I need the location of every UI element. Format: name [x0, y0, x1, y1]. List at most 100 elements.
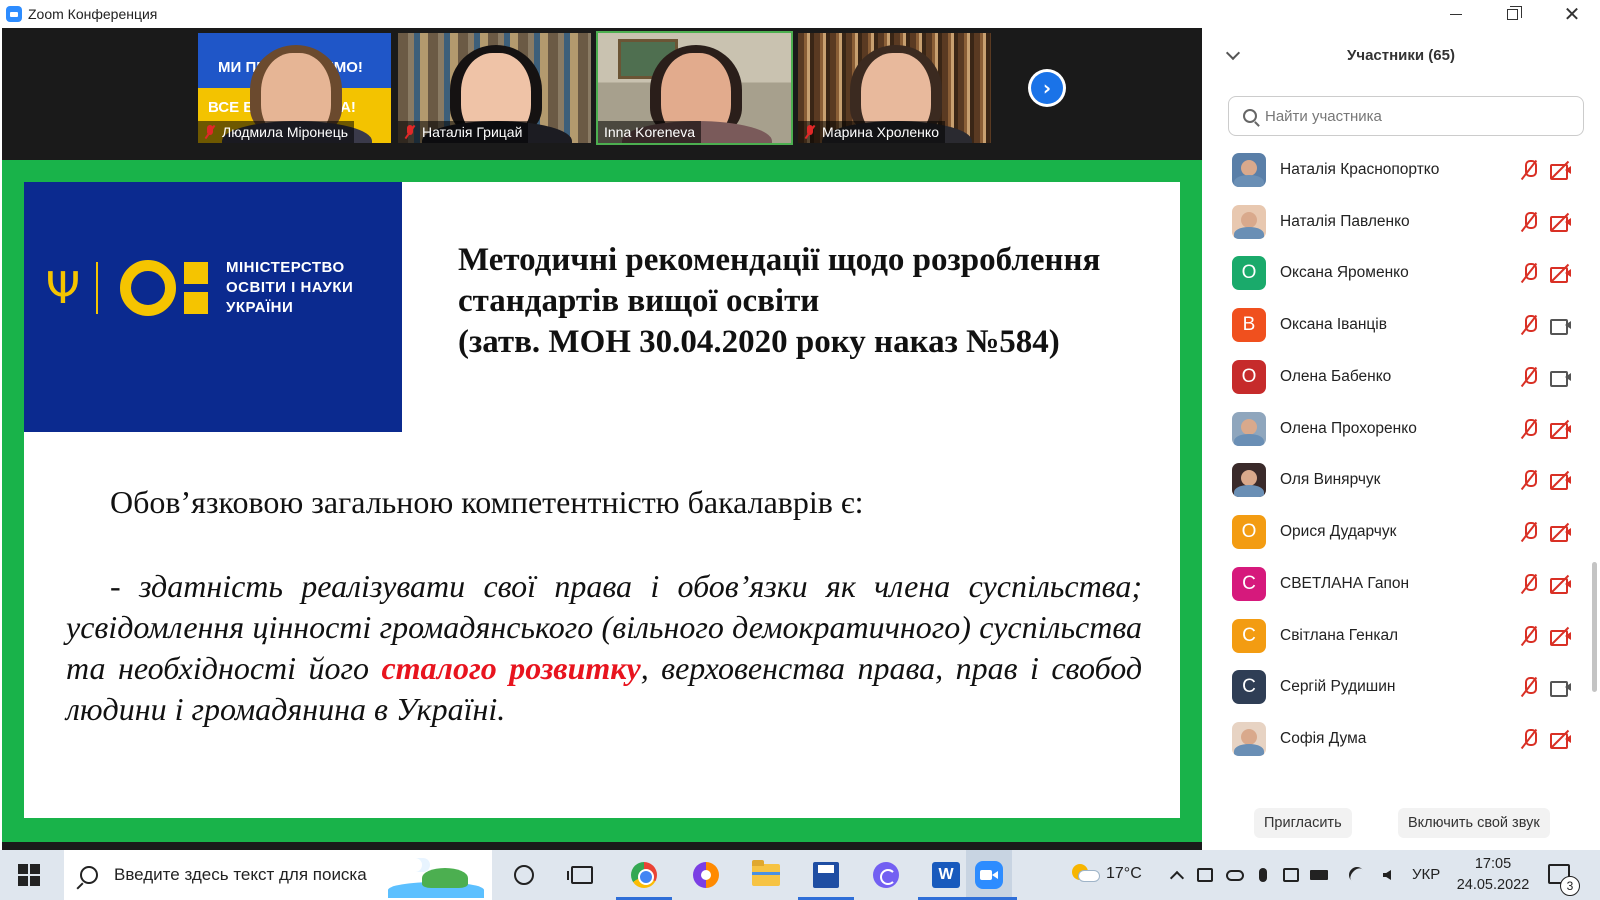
screen-share-frame: Ψ МІНІСТЕРСТВО ОСВІТИ І НАУКИ УКРАЇНИ Ме…	[2, 160, 1202, 842]
task-view-button[interactable]	[566, 859, 598, 891]
input-language[interactable]: УКР	[1412, 866, 1440, 883]
close-button[interactable]: ✕	[1544, 0, 1600, 28]
word-button[interactable]: W	[918, 859, 974, 900]
folder-icon	[752, 860, 780, 886]
participant-status-icons	[1520, 418, 1572, 439]
minimize-icon	[1450, 13, 1462, 15]
video-tile[interactable]: Наталія Грицай	[396, 31, 593, 145]
camera-icon	[1550, 679, 1572, 698]
participant-avatar	[1232, 152, 1266, 187]
file-explorer-button[interactable]	[750, 859, 782, 891]
participant-status-icons	[1520, 263, 1572, 284]
video-tile[interactable]: Марина Хроленко	[796, 31, 993, 145]
taskbar-search[interactable]	[64, 850, 492, 900]
participant-name: Оксана Яроменко	[1280, 264, 1409, 282]
participant-row[interactable]: Наталія Краснопортко	[1202, 144, 1600, 196]
chrome-taskbar-button[interactable]	[616, 859, 672, 900]
camera-off-icon	[1550, 162, 1572, 180]
chrome-icon	[631, 862, 657, 888]
participant-name: Олена Бабенко	[1280, 367, 1392, 385]
chevron-right-icon: ›	[1031, 72, 1063, 104]
wifi-icon[interactable]	[1345, 863, 1369, 887]
weather-icon[interactable]	[1072, 864, 1100, 884]
participant-status-icons	[1520, 211, 1572, 232]
microphone-icon[interactable]	[1254, 866, 1272, 884]
tray-app-icon[interactable]	[1196, 866, 1214, 884]
participant-avatar	[1232, 463, 1266, 498]
participant-row[interactable]: Софія Дума	[1202, 713, 1600, 765]
cortana-button[interactable]	[508, 859, 540, 891]
tile-name-label: Inna Koreneva	[598, 121, 702, 143]
participant-name: СВЕТЛАНА Гапон	[1280, 574, 1410, 592]
slide-body-text: - здатність реалізувати свої права і обо…	[66, 568, 1142, 727]
participant-status-icons	[1520, 366, 1572, 387]
participant-row[interactable]: О Оксана Яроменко	[1202, 248, 1600, 300]
taskbar-clock[interactable]: 17:05 24.05.2022	[1448, 854, 1538, 896]
participant-status-icons	[1520, 159, 1572, 180]
camera-icon	[1550, 369, 1572, 387]
participant-avatar: В	[1232, 308, 1266, 343]
mic-muted-icon	[1520, 211, 1538, 232]
meeting-area: МИ ПЕРЕМОЖЕМО! ВСЕ БУДЕ УКРАЇНА! Людмила…	[2, 28, 1202, 850]
participant-row[interactable]: С СВЕТЛАНА Гапон	[1202, 558, 1600, 610]
participant-avatar: О	[1232, 359, 1266, 394]
participant-row[interactable]: О Олена Бабенко	[1202, 351, 1600, 403]
weather-temperature[interactable]: 17°C	[1106, 865, 1142, 883]
zoom-taskbar-button[interactable]	[961, 859, 1017, 900]
participant-avatar	[1232, 722, 1266, 757]
cortana-icon	[514, 865, 534, 885]
participant-row[interactable]: Наталія Павленко	[1202, 196, 1600, 248]
participant-row[interactable]: С Сергій Рудишин	[1202, 662, 1600, 714]
participants-list: Наталія Краснопортко Наталія Павленко О Окс…	[1202, 144, 1600, 766]
window-title: Zoom Конференция	[28, 6, 158, 22]
participant-name: Наталія Павленко	[1280, 212, 1410, 230]
camera-off-icon	[1550, 576, 1572, 594]
mic-muted-icon	[1520, 315, 1538, 335]
onedrive-icon[interactable]	[1226, 866, 1244, 884]
mic-muted-icon	[1520, 677, 1538, 697]
speaker-icon[interactable]	[1378, 866, 1396, 884]
window-titlebar: Zoom Конференция	[0, 0, 1600, 28]
participant-row[interactable]: В Оксана Іванців	[1202, 299, 1600, 351]
video-tile-active-speaker[interactable]: Inna Koreneva	[596, 31, 793, 145]
chevron-up-icon	[1169, 870, 1185, 886]
vpn-taskbar-button[interactable]	[690, 859, 722, 891]
participant-name: Олена Прохоренко	[1280, 419, 1417, 437]
participants-footer: Пригласить Включить свой звук	[1202, 804, 1600, 840]
camera-off-icon	[1550, 472, 1572, 491]
minimize-button[interactable]	[1428, 0, 1484, 28]
participants-scrollbar[interactable]	[1592, 562, 1597, 692]
participant-row[interactable]: С	[1202, 765, 1600, 766]
next-page-button[interactable]: ›	[1028, 69, 1066, 107]
battery-icon[interactable]	[1310, 866, 1328, 884]
restore-button[interactable]	[1484, 0, 1540, 28]
vpn-icon	[693, 862, 719, 888]
participants-title: Участники (65)	[1347, 47, 1455, 64]
slide-title: Методичні рекомендації щодо розроблення …	[458, 242, 1101, 360]
mic-muted-icon	[1520, 729, 1538, 749]
show-hidden-icons-button[interactable]	[1168, 866, 1186, 886]
video-tile[interactable]: МИ ПЕРЕМОЖЕМО! ВСЕ БУДЕ УКРАЇНА! Людмила…	[196, 31, 393, 145]
participant-row[interactable]: С Світлана Генкал	[1202, 610, 1600, 662]
camera-off-icon	[1550, 265, 1572, 284]
participant-row[interactable]: О Орися Дударчук	[1202, 506, 1600, 558]
save-app-button[interactable]	[798, 859, 854, 900]
participant-status-icons	[1520, 470, 1572, 491]
start-button[interactable]	[18, 864, 40, 886]
mic-muted-icon	[1520, 470, 1538, 490]
taskbar-search-input[interactable]	[114, 865, 404, 885]
invite-button[interactable]: Пригласить	[1254, 808, 1352, 838]
participant-avatar	[1232, 204, 1266, 239]
unmute-button[interactable]: Включить свой звук	[1398, 808, 1550, 838]
participant-name: Сергій Рудишин	[1280, 678, 1396, 696]
participant-row[interactable]: Оля Винярчук	[1202, 455, 1600, 507]
participant-row[interactable]: Олена Прохоренко	[1202, 403, 1600, 455]
tray-monitor-icon[interactable]	[1282, 866, 1300, 884]
participant-name: Орися Дударчук	[1280, 523, 1397, 541]
viber-button[interactable]	[870, 859, 902, 891]
clock-time: 17:05	[1474, 856, 1512, 872]
participant-search-input[interactable]	[1265, 107, 1565, 125]
logo-text: МІНІСТЕРСТВО ОСВІТИ І НАУКИ УКРАЇНИ	[226, 259, 354, 316]
participant-name: Наталія Краснопортко	[1280, 160, 1440, 178]
participant-search[interactable]	[1228, 96, 1584, 136]
